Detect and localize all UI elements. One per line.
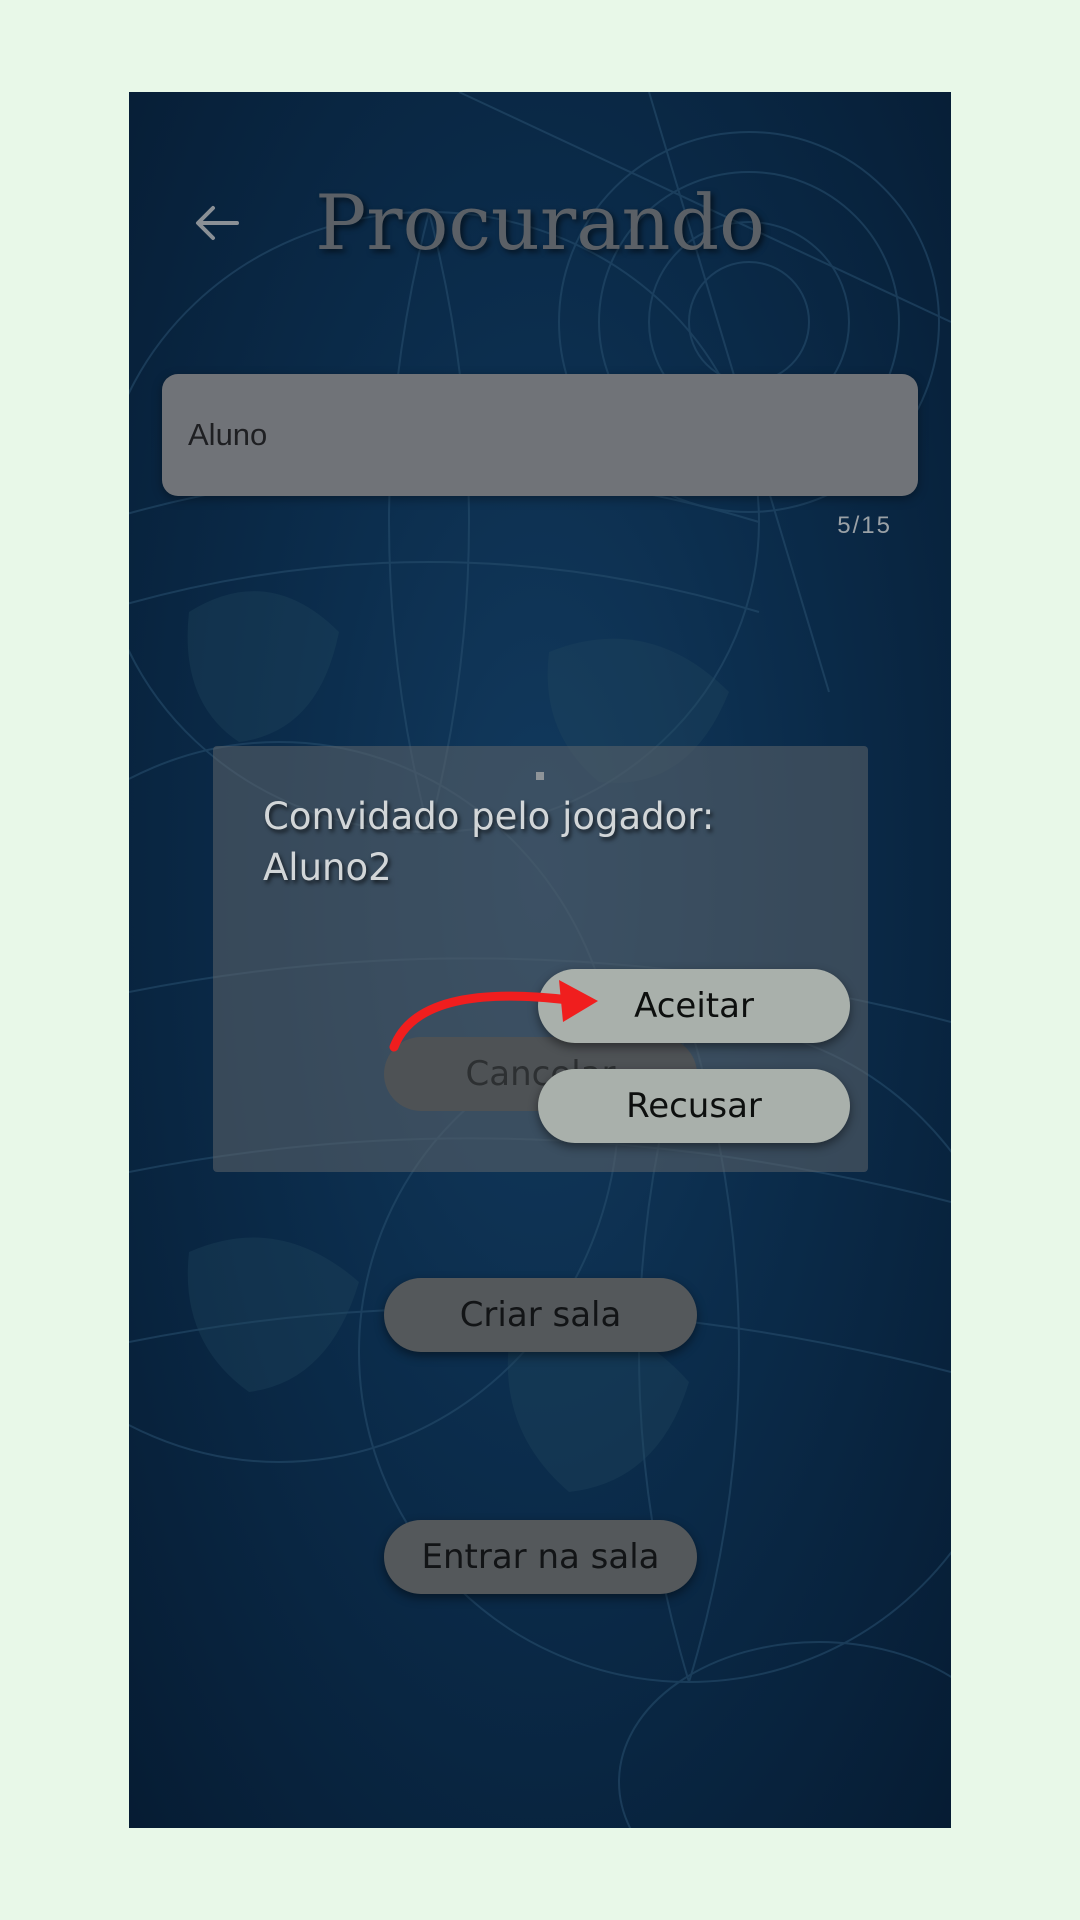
player-name-input[interactable]: Aluno bbox=[162, 374, 918, 496]
dialog-handle bbox=[536, 772, 544, 780]
invite-message: Convidado pelo jogador: Aluno2 bbox=[263, 795, 715, 889]
app-screen: Procurando Aluno 5/15 Convidado pelo jog… bbox=[129, 92, 951, 1828]
player-name-value: Aluno bbox=[188, 417, 268, 452]
join-room-button[interactable]: Entrar na sala bbox=[384, 1520, 697, 1594]
page-title: Procurando bbox=[315, 178, 765, 267]
create-room-button[interactable]: Criar sala bbox=[384, 1278, 697, 1352]
decline-button[interactable]: Recusar bbox=[538, 1069, 850, 1143]
character-counter: 5/15 bbox=[837, 512, 892, 539]
accept-button[interactable]: Aceitar bbox=[538, 969, 850, 1043]
